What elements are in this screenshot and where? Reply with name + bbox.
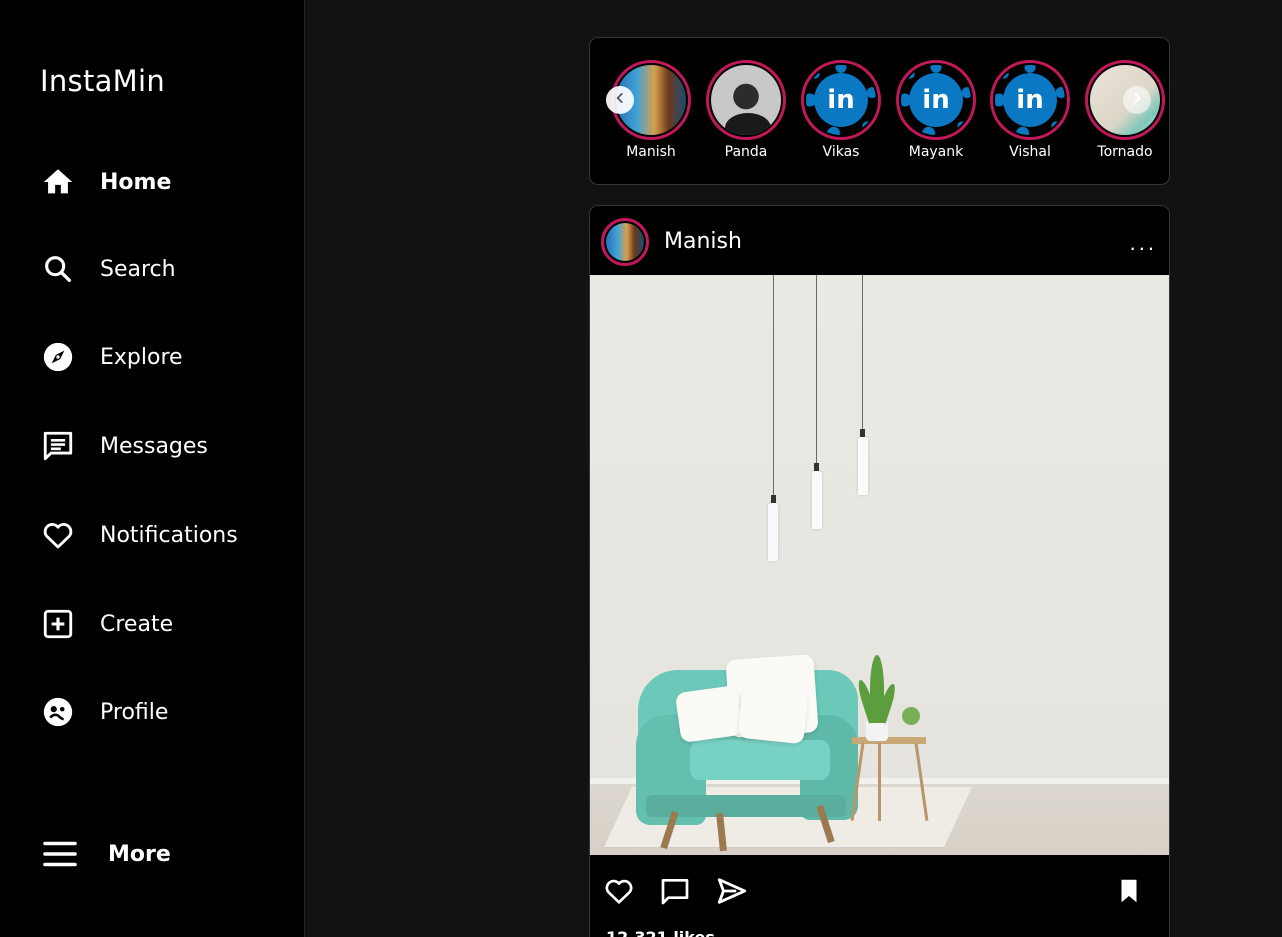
linkedin-badge: in — [827, 85, 855, 115]
send-icon — [715, 874, 749, 913]
stories-prev-button[interactable] — [606, 86, 634, 114]
likes-count[interactable]: 12,321 likes — [606, 928, 715, 937]
sidebar-item-label: Home — [100, 169, 172, 195]
pendant-lamp — [768, 503, 778, 561]
sidebar-item-create[interactable]: Create — [38, 602, 173, 646]
story-username: Tornado — [1097, 144, 1153, 160]
linkedin-icon: in — [995, 65, 1065, 135]
lamp-cord — [816, 275, 817, 465]
post-options-button[interactable]: ... — [1130, 230, 1157, 256]
post-username[interactable]: Manish — [664, 229, 742, 254]
comment-icon — [659, 875, 691, 912]
linkedin-badge: in — [922, 85, 950, 115]
sidebar-item-label: More — [108, 841, 171, 867]
menu-icon — [40, 834, 80, 874]
sidebar-item-profile[interactable]: Profile — [38, 690, 168, 734]
story-username: Vikas — [822, 144, 860, 160]
story-ring: in — [896, 60, 976, 140]
pillow — [737, 685, 809, 745]
story-item[interactable]: in Mayank — [896, 60, 976, 160]
profile-icon — [38, 692, 78, 732]
post-image[interactable] — [590, 275, 1169, 855]
sidebar-item-label: Search — [100, 256, 176, 282]
sidebar-item-label: Explore — [100, 344, 183, 370]
lamp-cap — [860, 429, 865, 437]
story-ring: in — [990, 60, 1070, 140]
home-icon — [38, 162, 78, 202]
lamp-cap — [814, 463, 819, 471]
bookmark-icon — [1114, 875, 1144, 912]
chevron-left-icon — [613, 91, 627, 110]
story-username: Vishal — [1009, 144, 1051, 160]
post-avatar-ring[interactable] — [601, 218, 649, 266]
plant — [902, 707, 920, 725]
lamp-cord — [862, 275, 863, 431]
heart-icon — [38, 515, 78, 555]
story-item[interactable]: Panda — [706, 60, 786, 160]
like-button[interactable] — [601, 875, 637, 911]
sidebar: InstaMin Home Search Explore Messages No… — [0, 0, 305, 937]
chevron-right-icon — [1130, 91, 1144, 110]
story-ring — [706, 60, 786, 140]
sidebar-item-more[interactable]: More — [40, 832, 171, 876]
stories-bar: Manish Panda in Vikas in Mayank in Visha… — [589, 37, 1170, 185]
pendant-lamp — [858, 437, 868, 495]
sidebar-item-label: Notifications — [100, 522, 238, 548]
sidebar-item-label: Messages — [100, 433, 208, 459]
app-logo[interactable]: InstaMin — [40, 64, 165, 98]
share-button[interactable] — [714, 875, 750, 911]
story-ring: in — [801, 60, 881, 140]
post-actions — [590, 855, 1169, 935]
stories-next-button[interactable] — [1123, 86, 1151, 114]
save-button[interactable] — [1111, 875, 1147, 911]
story-username: Manish — [626, 144, 676, 160]
post-card: Manish ... — [589, 205, 1170, 937]
linkedin-badge: in — [1016, 85, 1044, 115]
lamp-cord — [773, 275, 774, 497]
avatar — [711, 65, 781, 135]
sidebar-item-label: Create — [100, 611, 174, 637]
sidebar-item-explore[interactable]: Explore — [38, 335, 183, 379]
story-item[interactable]: Tornado — [1085, 60, 1165, 160]
sidebar-item-messages[interactable]: Messages — [38, 424, 208, 468]
plant-pot — [866, 721, 888, 741]
avatar — [606, 223, 644, 261]
sidebar-item-home[interactable]: Home — [38, 160, 171, 204]
post-header: Manish ... — [590, 206, 1169, 276]
armchair-seat — [690, 740, 830, 780]
story-item[interactable]: in Vishal — [990, 60, 1070, 160]
heart-icon — [603, 875, 635, 912]
story-username: Panda — [724, 144, 768, 160]
message-icon — [38, 426, 78, 466]
pendant-lamp — [812, 471, 822, 529]
comment-button[interactable] — [657, 875, 693, 911]
sidebar-item-label: Profile — [100, 699, 169, 725]
table-leg — [878, 743, 881, 821]
lamp-cap — [771, 495, 776, 503]
compass-icon — [38, 337, 78, 377]
plus-square-icon — [38, 604, 78, 644]
linkedin-icon: in — [806, 65, 876, 135]
sidebar-item-search[interactable]: Search — [38, 247, 176, 291]
linkedin-icon: in — [901, 65, 971, 135]
search-icon — [38, 249, 78, 289]
pillow — [674, 684, 744, 744]
story-username: Mayank — [908, 144, 964, 160]
sidebar-item-notifications[interactable]: Notifications — [38, 513, 238, 557]
story-item[interactable]: in Vikas — [801, 60, 881, 160]
